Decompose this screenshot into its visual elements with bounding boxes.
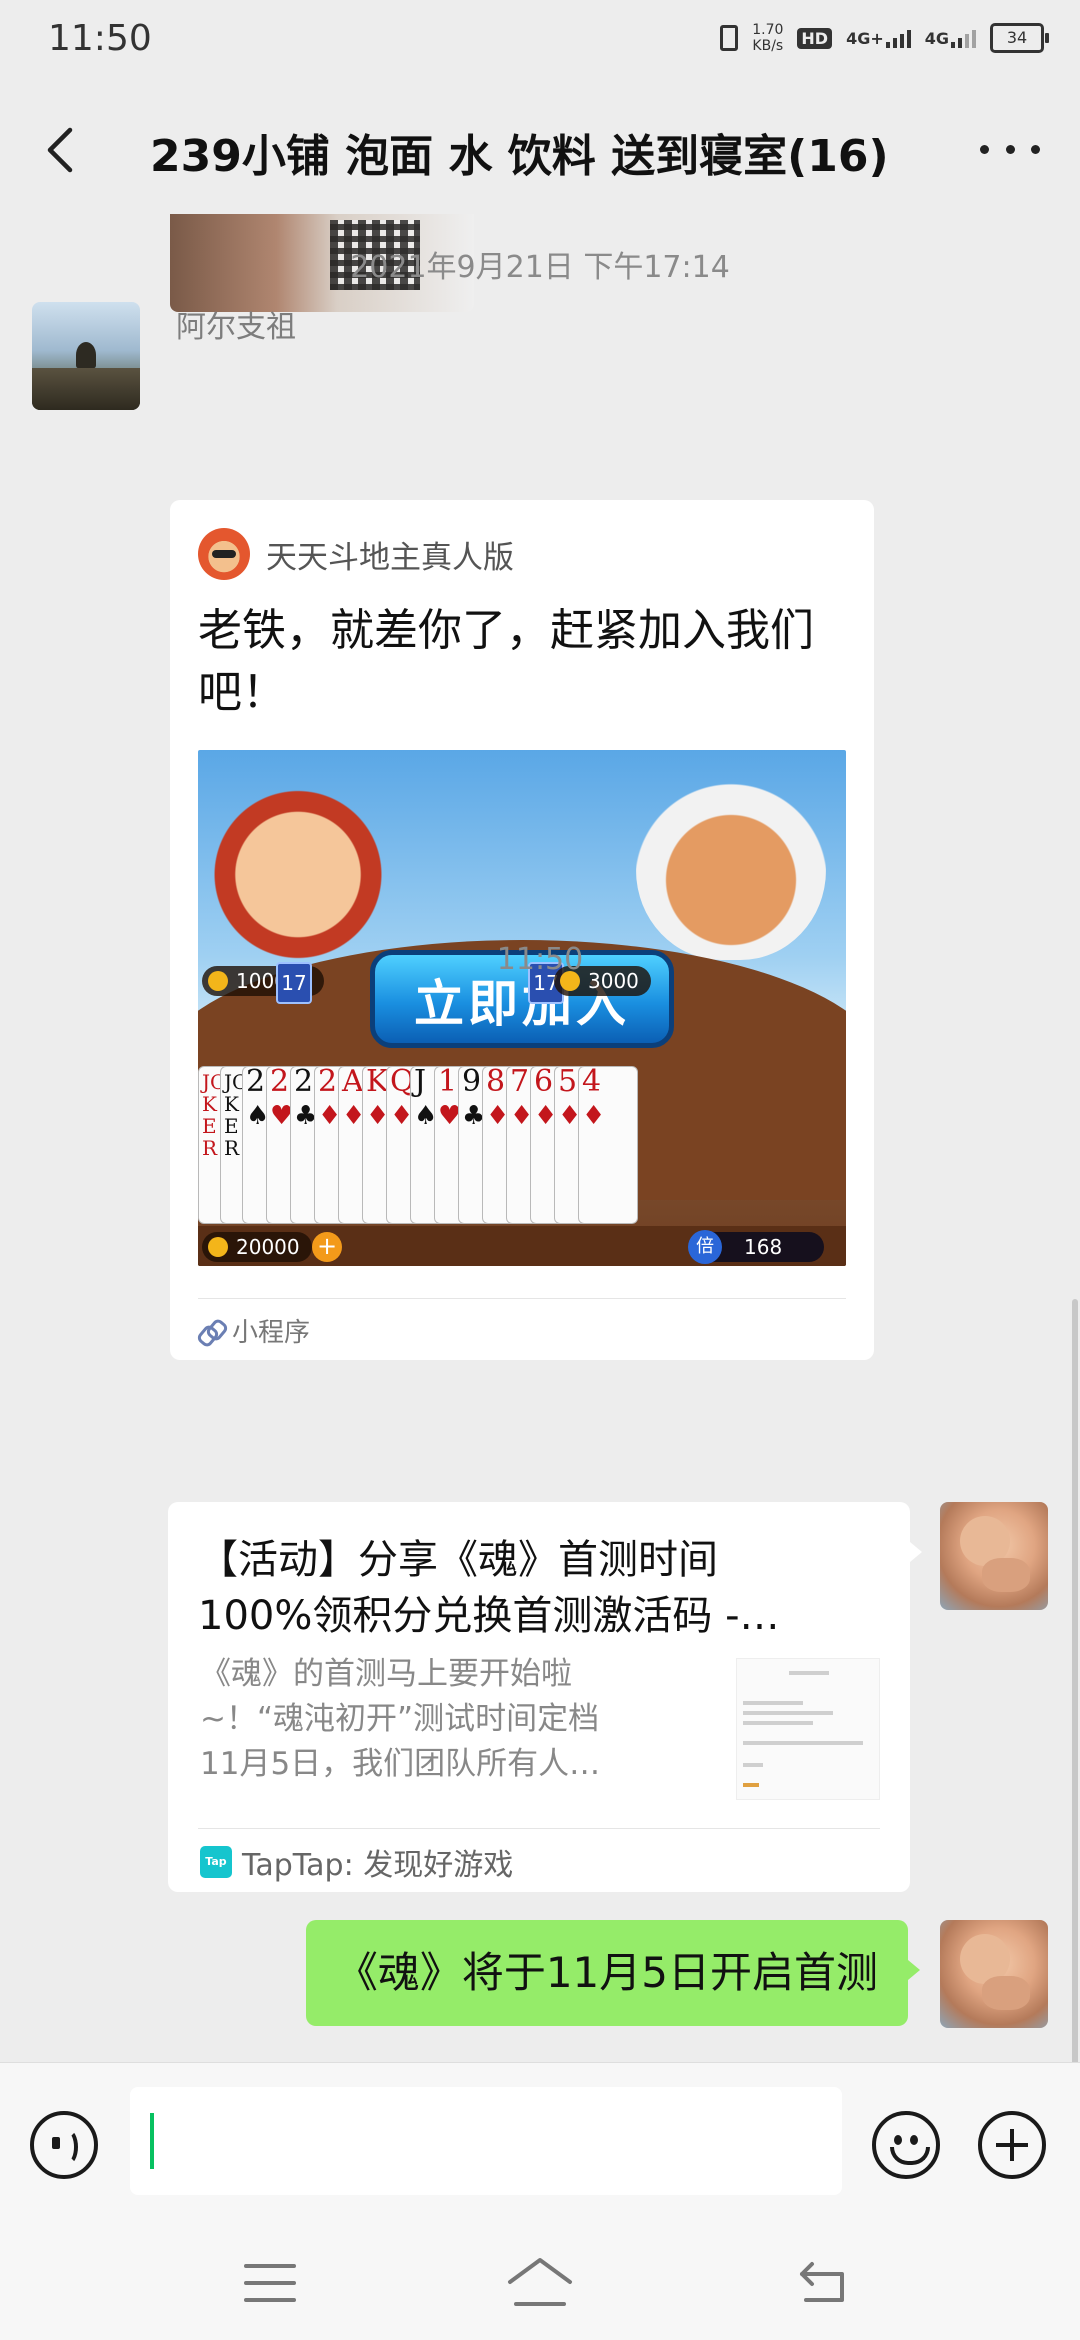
my-avatar[interactable]: [940, 1920, 1048, 2028]
emoji-button[interactable]: [872, 2111, 940, 2179]
mini-program-label: 小程序: [232, 1318, 311, 1348]
cartoon-character-left: [208, 770, 388, 960]
article-thumbnail: [736, 1658, 880, 1800]
multiplier-label: 倍: [688, 1230, 722, 1264]
more-functions-button[interactable]: [978, 2111, 1046, 2179]
voice-input-button[interactable]: [30, 2111, 98, 2179]
cartoon-character-right: [636, 760, 826, 960]
text-cursor: [150, 2113, 154, 2169]
taptap-icon: Tap: [200, 1846, 232, 1878]
sender-name: 阿尔支祖: [176, 310, 296, 345]
playing-card: 4 ♦: [578, 1066, 638, 1224]
mini-program-app-icon: [198, 528, 250, 580]
battery-icon: 34: [990, 23, 1049, 53]
divider: [198, 1298, 846, 1299]
status-time: 11:50: [48, 18, 152, 59]
mini-program-cover-image: 立即加入 100000 17 17 3000 JOKER JOKER 2 ♠ 2 ♥ 2 ♣ 2…: [198, 750, 846, 1266]
mini-program-app: 天天斗地主真人版: [198, 526, 514, 582]
playing-cards-hand: JOKERJOKER2♠2♥2♣2♦A♦K♦Q♦J♠10♥9♣8♦7♦6♦5♦4…: [198, 1066, 846, 1224]
mini-program-app-name: 天天斗地主真人版: [266, 539, 514, 576]
mini-program-title: 老铁，就差你了，赶紧加入我们吧！: [198, 605, 814, 718]
article-source: Tap TapTap: 发现好游戏: [200, 1840, 513, 1884]
my-text-message[interactable]: 《魂》将于11月5日开启首测: [305, 1920, 921, 2026]
back-button[interactable]: [36, 118, 86, 178]
avatar[interactable]: [32, 302, 140, 410]
article-source-name: TapTap: 发现好游戏: [242, 1848, 514, 1883]
plus-coin-icon: +: [312, 1232, 342, 1262]
more-icon: [980, 144, 1040, 154]
my-coins: 20000: [202, 1232, 312, 1262]
signal-sim2-icon: 4G: [925, 28, 976, 48]
menu-icon[interactable]: [244, 2264, 296, 2302]
my-avatar[interactable]: [940, 1502, 1048, 1610]
status-bar: 11:50 1.70 KB/s HD 4G+ 4G 34: [0, 0, 1080, 84]
message-timestamp: 11:50: [496, 942, 584, 977]
shared-article-card[interactable]: 【活动】分享《魂》首测时间 100%领积分兑换首测激活码 -… 《魂》的首测马上…: [168, 1502, 922, 1892]
chat-header: 239小铺 泡面 水 饮料 送到寝室(16): [0, 84, 1080, 214]
divider: [198, 1828, 880, 1829]
nav-back-icon[interactable]: [796, 2260, 848, 2304]
status-icons: 1.70 KB/s HD 4G+ 4G 34: [720, 22, 1049, 54]
chat-scrollbar[interactable]: [1072, 1299, 1078, 2062]
more-button[interactable]: [980, 124, 1040, 174]
vibrate-icon: [720, 25, 739, 51]
chat-area[interactable]: 2021年9月21日 下午17:14 阿尔支祖 天天斗地主真人版 老铁，就差你了…: [0, 214, 1080, 2062]
message-input-bar: [0, 2062, 1080, 2233]
link-icon: [200, 1320, 222, 1342]
message-timestamp: 2021年9月21日 下午17:14: [350, 250, 730, 285]
article-title: 【活动】分享《魂》首测时间 100%领积分兑换首测激活码 -…: [198, 1537, 780, 1639]
system-navigation-bar: [0, 2232, 1080, 2340]
signal-sim1-icon: 4G+: [846, 28, 911, 48]
chat-title: 239小铺 泡面 水 饮料 送到寝室(16): [150, 131, 889, 182]
message-input[interactable]: [130, 2087, 842, 2195]
net-speed: 1.70 KB/s: [752, 22, 784, 54]
article-description: 《魂》的首测马上要开始啦 ~！“魂沌初开”测试时间定档 11月5日，我们团队所有…: [200, 1656, 601, 1782]
mini-program-footer: 小程序: [200, 1312, 310, 1349]
back-icon: [47, 127, 73, 173]
home-icon[interactable]: [506, 2254, 574, 2310]
mini-program-card[interactable]: 天天斗地主真人版 老铁，就差你了，赶紧加入我们吧！ 立即加入 100000 17…: [170, 500, 874, 1360]
hd-badge: HD: [797, 27, 833, 49]
